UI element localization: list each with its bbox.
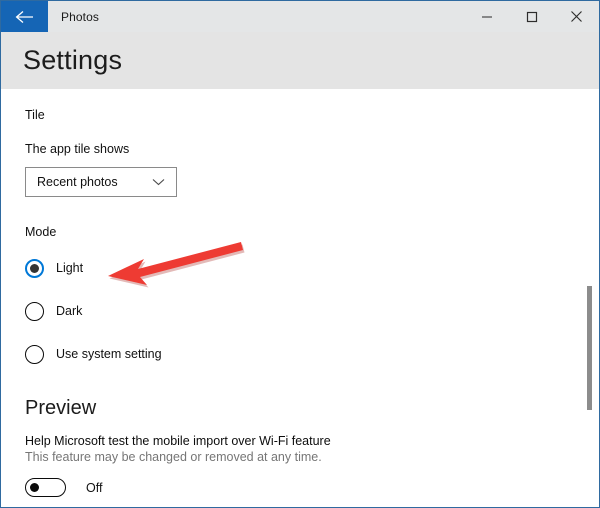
preview-section-title: Preview (25, 397, 97, 419)
minimize-button[interactable] (464, 1, 509, 32)
maximize-icon (526, 11, 538, 23)
close-icon (570, 10, 583, 23)
preview-toggle-row: Off (25, 478, 599, 497)
tile-group-label: Tile (25, 108, 45, 122)
radio-label-dark: Dark (56, 304, 83, 318)
radio-label-use-system-setting: Use system setting (56, 347, 162, 361)
radio-mark-light (25, 258, 44, 278)
radio-label-light: Light (56, 261, 84, 275)
tile-field-label: The app tile shows (25, 142, 130, 156)
radio-option-light[interactable]: Light (25, 258, 599, 278)
radio-option-dark[interactable]: Dark (25, 301, 599, 321)
chevron-down-icon (152, 178, 176, 186)
preview-description-secondary: This feature may be changed or removed a… (25, 450, 322, 464)
back-button[interactable] (1, 1, 48, 32)
page-title: Settings (23, 45, 123, 75)
scrollbar-thumb[interactable] (587, 286, 592, 410)
radio-option-use-system-setting[interactable]: Use system setting (25, 344, 599, 364)
preview-toggle-label: Off (86, 480, 103, 495)
radio-mark-use-system-setting (25, 344, 44, 364)
minimize-icon (481, 11, 493, 23)
app-window: Photos Settings Tile The app tile shows … (0, 0, 600, 508)
radio-mark-dark (25, 301, 44, 321)
window-controls (464, 1, 599, 32)
tile-shows-dropdown-value: Recent photos (37, 175, 118, 189)
preview-description-primary: Help Microsoft test the mobile import ov… (25, 434, 331, 448)
app-title: Photos (61, 9, 99, 24)
title-bar: Photos (1, 1, 599, 32)
settings-content: Tile The app tile shows Recent photos Mo… (1, 89, 599, 506)
close-button[interactable] (554, 1, 599, 32)
tile-shows-dropdown[interactable]: Recent photos (25, 167, 177, 197)
settings-header-band: Settings (1, 32, 599, 89)
back-arrow-icon (14, 10, 35, 24)
mode-group-label: Mode (25, 225, 57, 239)
preview-toggle-switch[interactable] (25, 478, 66, 497)
vertical-scrollbar[interactable] (585, 89, 594, 506)
maximize-button[interactable] (509, 1, 554, 32)
